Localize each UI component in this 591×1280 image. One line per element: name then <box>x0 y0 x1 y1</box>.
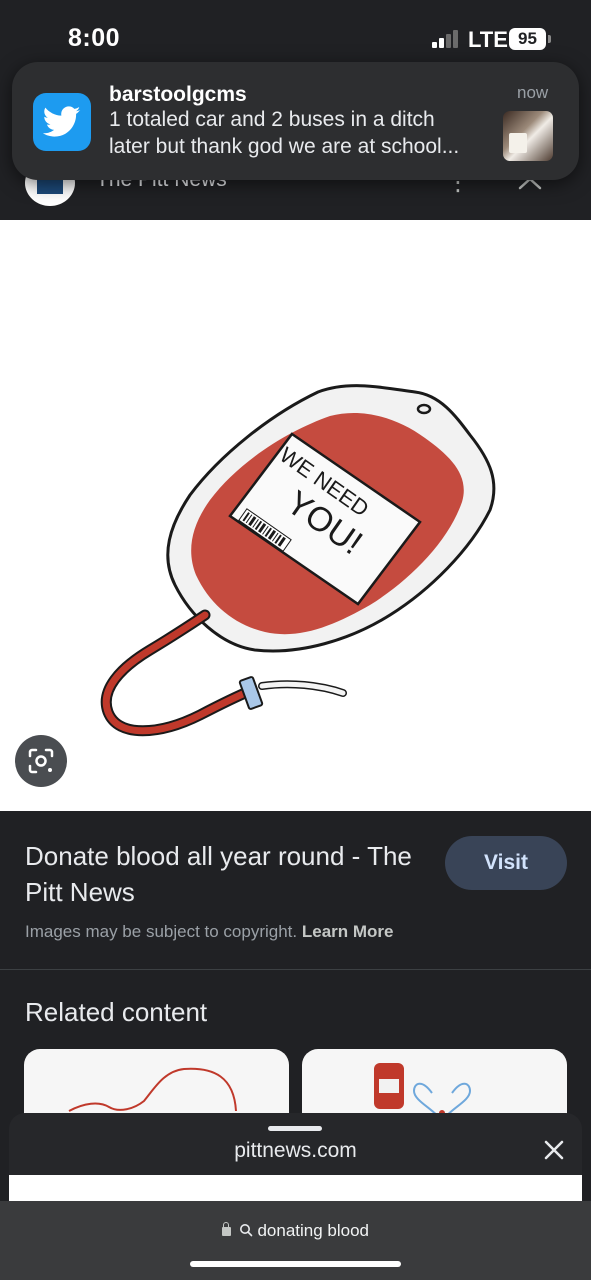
notification-body-line-1: 1 totaled car and 2 buses in a ditch <box>109 108 435 131</box>
learn-more-link[interactable]: Learn More <box>302 922 394 941</box>
notification-thumbnail <box>503 111 553 161</box>
copyright-notice: Images may be subject to copyright. Lear… <box>25 922 394 942</box>
address-query: donating blood <box>257 1221 369 1240</box>
notification-title: barstoolgcms <box>109 83 247 106</box>
notification-time: now <box>517 83 549 102</box>
signal-bars-icon <box>432 30 462 48</box>
battery-icon: 95 <box>509 28 546 50</box>
home-indicator[interactable] <box>190 1261 401 1267</box>
drag-handle[interactable] <box>268 1126 322 1131</box>
twitter-bird-icon <box>33 93 91 151</box>
blood-bag-illustration: WE NEED YOU! <box>100 384 496 737</box>
site-preview-sheet[interactable]: pittnews.com <box>9 1113 582 1203</box>
related-heading: Related content <box>25 997 208 1027</box>
search-icon <box>239 1224 253 1237</box>
lens-icon <box>28 748 54 774</box>
visit-button[interactable]: Visit <box>445 836 567 890</box>
sheet-page-preview <box>9 1175 582 1203</box>
close-x-icon[interactable] <box>539 1135 569 1165</box>
divider <box>0 969 591 970</box>
copyright-text: Images may be subject to copyright. <box>25 922 298 941</box>
status-time: 8:00 <box>68 24 121 52</box>
result-image[interactable]: WE NEED YOU! <box>0 220 591 811</box>
notification-body-line-2: later but thank god we are at school... <box>109 135 460 158</box>
battery-tip <box>548 35 551 43</box>
push-notification[interactable]: barstoolgcms now 1 totaled car and 2 bus… <box>12 62 579 180</box>
address-query-container[interactable]: donating blood <box>0 1221 591 1241</box>
lock-icon <box>221 1222 231 1236</box>
result-title[interactable]: Donate blood all year round - The Pitt N… <box>25 838 425 910</box>
lens-search-button[interactable] <box>15 735 67 787</box>
network-label: LTE <box>468 27 508 52</box>
sheet-domain: pittnews.com <box>234 1139 357 1162</box>
address-bar[interactable]: donating blood <box>0 1201 591 1280</box>
status-bar: 8:00 LTE 95 <box>0 0 591 62</box>
